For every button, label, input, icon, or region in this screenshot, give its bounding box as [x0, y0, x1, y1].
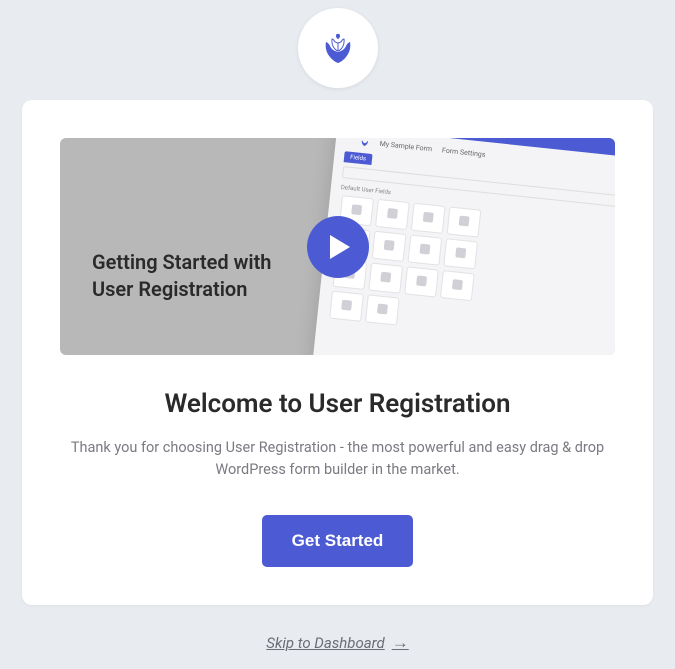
play-icon [330, 235, 350, 259]
arrow-right-icon: → [392, 633, 409, 653]
welcome-description: Thank you for choosing User Registration… [60, 437, 615, 481]
onboarding-card: My Sample Form First Name Email Password… [22, 100, 653, 605]
banner-heading-line2: User Registration [92, 276, 271, 303]
welcome-title: Welcome to User Registration [60, 389, 615, 419]
skip-link-label: Skip to Dashboard [266, 634, 384, 652]
banner-heading-line1: Getting Started with [92, 249, 271, 276]
banner-heading-container: Getting Started with User Registration [92, 249, 271, 303]
skip-to-dashboard-link[interactable]: Skip to Dashboard → [0, 633, 675, 653]
get-started-button[interactable]: Get Started [262, 515, 414, 567]
play-video-button[interactable] [307, 216, 369, 278]
intro-video-banner[interactable]: My Sample Form First Name Email Password… [60, 138, 615, 355]
tulip-logo-icon [318, 28, 358, 68]
app-logo [298, 8, 378, 88]
